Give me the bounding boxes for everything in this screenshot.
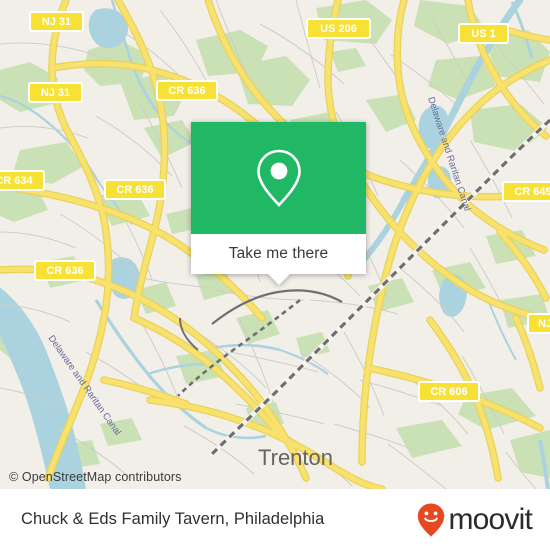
road-shield-label: NJ 31: [42, 16, 71, 28]
moovit-smiley-pin-icon: [418, 503, 445, 536]
road-shield-label: CR 649: [514, 186, 550, 198]
road-shield: NJ: [527, 313, 550, 334]
road-shield: NJ 31: [29, 11, 84, 32]
map-pin-icon: [256, 149, 301, 207]
road-shield-label: CR 636: [168, 85, 205, 97]
road-shield: CR 636: [104, 179, 166, 200]
road-shield: CR 606: [418, 381, 480, 402]
openstreetmap-attribution[interactable]: © OpenStreetMap contributors: [9, 470, 182, 484]
road-shield-label: CR 636: [116, 184, 153, 196]
popup-header: [191, 122, 366, 234]
road-shield-label: US 206: [320, 23, 357, 35]
road-shield-label: CR 636: [46, 265, 83, 277]
popup-tail-pointer: [267, 274, 290, 285]
footer-bar: Chuck & Eds Family Tavern, Philadelphia …: [0, 489, 550, 550]
road-shield: CR 634: [0, 170, 45, 191]
road-shield: CR 649: [502, 181, 550, 202]
road-shield: US 206: [306, 18, 371, 39]
city-label-trenton: Trenton: [258, 445, 333, 470]
road-shield-label: US 1: [471, 28, 495, 40]
road-shield: CR 636: [156, 80, 218, 101]
road-shield-label: NJ 31: [41, 87, 70, 99]
road-shield-label: NJ: [538, 318, 550, 330]
road-shield: US 1: [458, 23, 509, 44]
map-popup-card[interactable]: Take me there: [191, 122, 366, 285]
moovit-wordmark: moovit: [448, 502, 532, 536]
road-shield-label: CR 634: [0, 175, 34, 187]
take-me-there-button[interactable]: Take me there: [191, 234, 366, 285]
take-me-there-label: Take me there: [228, 245, 329, 262]
road-shield: CR 636: [34, 260, 96, 281]
moovit-map-screenshot: Trenton Delaware and Raritan Canal Delaw…: [0, 0, 550, 550]
moovit-brand-logo[interactable]: moovit: [416, 502, 533, 538]
road-shield: NJ 31: [28, 82, 83, 103]
road-shield-label: CR 606: [430, 386, 467, 398]
place-title: Chuck & Eds Family Tavern, Philadelphia: [21, 510, 325, 528]
